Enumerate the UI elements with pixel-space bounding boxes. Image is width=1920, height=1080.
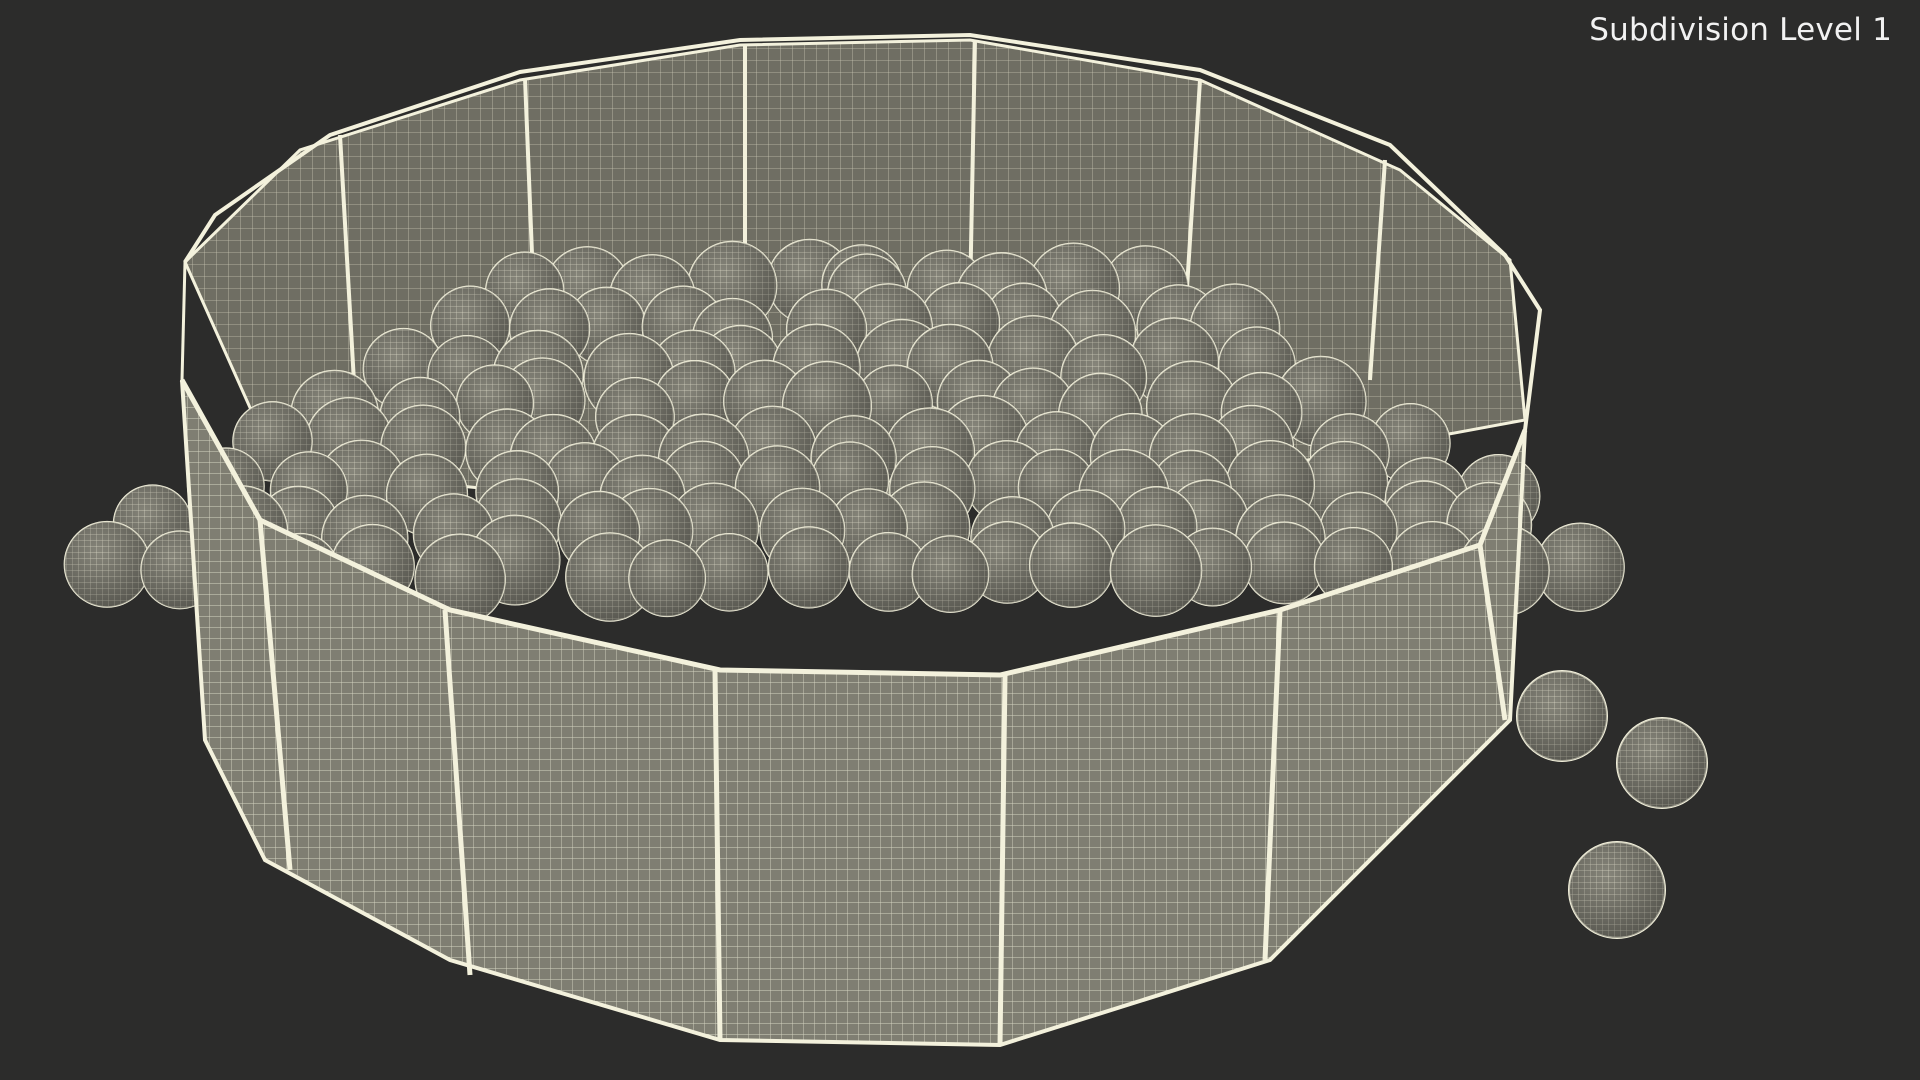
wireframe-render — [63, 32, 1708, 1048]
ball-shading — [64, 521, 150, 607]
subdivision-level-label: Subdivision Level 1 — [1589, 12, 1892, 48]
ball-shading — [1243, 522, 1325, 604]
ball-shading — [1110, 525, 1202, 617]
3d-viewport[interactable]: Subdivision Level 1 — [0, 0, 1920, 1080]
ball-shading — [1029, 523, 1114, 608]
ball-shading — [628, 540, 706, 617]
ball-shading — [768, 527, 850, 608]
loose-balls — [1516, 670, 1708, 939]
ball-shading — [912, 536, 989, 613]
